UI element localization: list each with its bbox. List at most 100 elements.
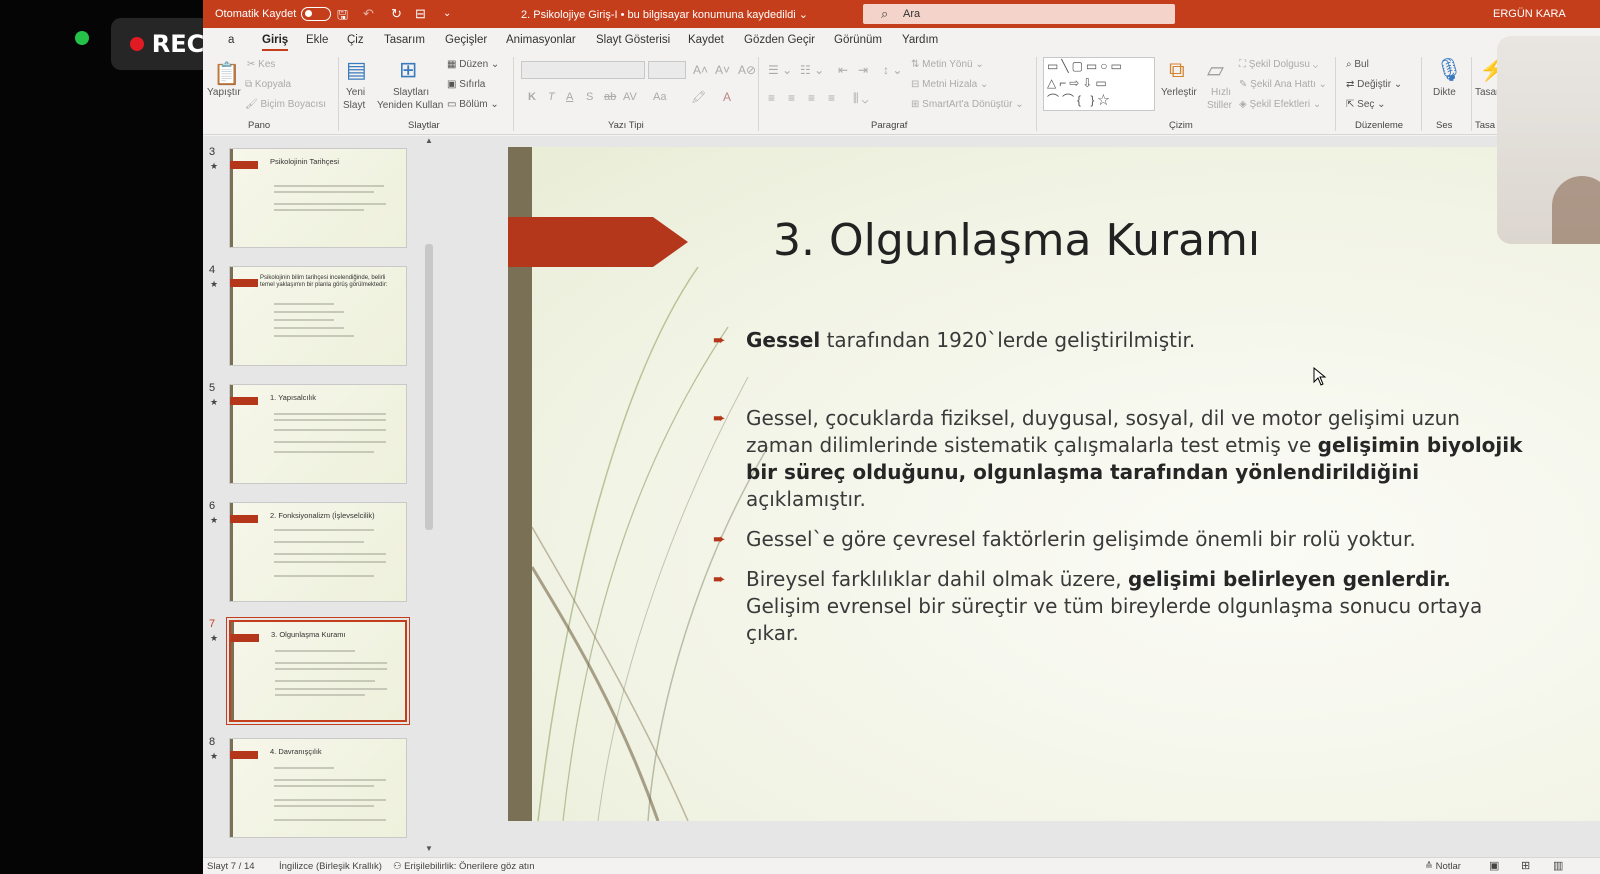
section-button[interactable]: ▭ Bölüm ⌄ (447, 99, 499, 110)
thumbnail-slide-6[interactable]: 2. Fonksiyonalizm (İşlevselcilik) (229, 502, 407, 602)
language-indicator[interactable]: İngilizce (Birleşik Krallık) (279, 861, 382, 872)
normal-view-icon[interactable]: ▣ (1489, 859, 1499, 872)
redo-icon[interactable]: ↻ (391, 6, 402, 22)
char-spacing-button[interactable]: AV (623, 91, 637, 103)
customize-qat-icon[interactable]: ⌄ (443, 8, 451, 19)
line-spacing-icon[interactable]: ↕ ⌄ (883, 63, 902, 77)
columns-icon[interactable]: ⫼ ⌄ (853, 91, 868, 106)
bullet-1[interactable]: Gessel tarafından 1920`lerde geliştirilm… (746, 327, 1526, 354)
tab-design[interactable]: Tasarım (384, 34, 425, 46)
accessibility-button[interactable]: ⚇ Erişilebilirlik: Önerilere göz atın (393, 861, 535, 872)
designer-button[interactable]: Tasar (1475, 87, 1499, 98)
numbering-icon[interactable]: ☷ ⌄ (800, 63, 824, 77)
paste-button[interactable]: Yapıştır (207, 87, 241, 98)
new-slide-icon[interactable]: ▤ (346, 57, 367, 83)
slide-number: 4 (209, 264, 216, 276)
tab-help[interactable]: Yardım (902, 34, 938, 46)
shape-effects-button[interactable]: ◈ Şekil Efektleri ⌄ (1239, 99, 1321, 110)
select-button[interactable]: ⇱ Seç ⌄ (1346, 99, 1386, 110)
quick-styles-label-2[interactable]: Stiller (1207, 100, 1232, 111)
thumbnail-slide-5[interactable]: 1. Yapısalcılık (229, 384, 407, 484)
replace-button[interactable]: ⇄ Değiştir ⌄ (1346, 79, 1402, 90)
grow-font-icon[interactable]: A˄ (693, 63, 708, 77)
font-name-box[interactable] (521, 61, 645, 79)
cut-button[interactable]: ✂ Kes (247, 59, 275, 70)
thumbnail-slide-4[interactable]: Psikolojinin bilim tarihçesi incelendiği… (229, 266, 407, 366)
quick-styles-icon[interactable]: ▱ (1207, 57, 1224, 83)
new-slide-label-1[interactable]: Yeni (346, 87, 365, 98)
bullet-3[interactable]: Gessel`e göre çevresel faktörlerin geliş… (746, 526, 1526, 553)
search-box[interactable]: ⌕ Ara (863, 4, 1175, 24)
tab-transitions[interactable]: Geçişler (445, 34, 487, 46)
save-icon[interactable]: 🖫 (337, 6, 348, 28)
clear-format-icon[interactable]: A⊘ (738, 63, 756, 77)
decrease-indent-icon[interactable]: ⇤ (838, 63, 848, 77)
user-name[interactable]: ERGÜN KARA (1493, 8, 1566, 20)
reuse-label-2[interactable]: Yeniden Kullan (377, 100, 443, 111)
thumbnail-scrollbar[interactable]: ▲ ▼ (422, 136, 436, 857)
scroll-down-icon[interactable]: ▼ (425, 844, 433, 853)
tab-draw[interactable]: Çiz (347, 34, 364, 46)
justify-icon[interactable]: ≡ (828, 91, 835, 105)
underline-button[interactable]: A (566, 91, 573, 103)
undo-icon[interactable]: ↶ (363, 6, 374, 22)
tab-home[interactable]: Giriş (262, 34, 289, 51)
shape-outline-button[interactable]: ✎ Şekil Ana Hattı ⌄ (1239, 79, 1327, 90)
find-button[interactable]: ⌕ Bul (1346, 59, 1369, 70)
scrollbar-thumb[interactable] (425, 244, 433, 530)
tab-review[interactable]: Gözden Geçir (744, 34, 815, 46)
text-direction-button[interactable]: ⇅ Metin Yönü ⌄ (911, 59, 984, 70)
slide-title[interactable]: 3. Olgunlaşma Kuramı (773, 215, 1260, 266)
microphone-icon[interactable]: 🎙 (1435, 57, 1463, 83)
font-color-icon[interactable]: A (723, 90, 731, 104)
autosave-toggle[interactable] (301, 7, 331, 21)
thumbnail-slide-8[interactable]: 4. Davranışçılık (229, 738, 407, 838)
layout-button[interactable]: ▦ Düzen ⌄ (447, 59, 499, 70)
present-icon[interactable]: ⊟ (415, 6, 426, 22)
tab-file[interactable]: a (228, 34, 234, 46)
reading-view-icon[interactable]: ▥ (1553, 859, 1563, 872)
reset-button[interactable]: ▣ Sıfırla (447, 79, 485, 90)
align-right-icon[interactable]: ≡ (808, 91, 815, 105)
arrange-button[interactable]: Yerleştir (1161, 87, 1197, 98)
new-slide-label-2[interactable]: Slayt (343, 100, 365, 111)
italic-button[interactable]: T (548, 91, 555, 103)
increase-indent-icon[interactable]: ⇥ (858, 63, 868, 77)
format-painter-button[interactable]: 🖌 Biçim Boyacısı (245, 99, 326, 110)
tab-view[interactable]: Görünüm (834, 34, 882, 46)
bullet-2[interactable]: Gessel, çocuklarda fiziksel, duygusal, s… (746, 405, 1526, 513)
smartart-button[interactable]: ⊞ SmartArt'a Dönüştür ⌄ (911, 99, 1024, 110)
shrink-font-icon[interactable]: A˅ (715, 63, 730, 77)
current-slide[interactable]: 3. Olgunlaşma Kuramı ➨ Gessel tarafından… (508, 147, 1600, 821)
bold-button[interactable]: K (528, 91, 536, 103)
reuse-label-1[interactable]: Slaytları (393, 87, 429, 98)
bullet-4[interactable]: Bireysel farklılıklar dahil olmak üzere,… (746, 566, 1526, 647)
reuse-slides-icon[interactable]: ⊞ (399, 57, 417, 83)
tab-record[interactable]: Kaydet (688, 34, 724, 46)
shape-fill-button[interactable]: ⛶ Şekil Dolgusu ⌄ (1239, 59, 1318, 70)
align-center-icon[interactable]: ≡ (788, 91, 795, 105)
notes-button[interactable]: ≙ Notlar (1425, 861, 1461, 872)
thumbnail-slide-3[interactable]: Psikolojinin Tarihçesi (229, 148, 407, 248)
change-case-button[interactable]: Aa (653, 91, 666, 103)
star-icon: ★ (210, 751, 219, 761)
scroll-up-icon[interactable]: ▲ (425, 136, 433, 145)
quick-styles-label-1[interactable]: Hızlı (1211, 87, 1231, 98)
arrange-icon[interactable]: ⧉ (1169, 57, 1185, 83)
tab-insert[interactable]: Ekle (306, 34, 328, 46)
tab-slideshow[interactable]: Slayt Gösterisi (596, 34, 670, 46)
shapes-gallery[interactable]: ▭╲▢▭○▭ △⌐⇨⇩▭ ⌒⌒{ }☆ (1043, 57, 1155, 111)
highlight-icon[interactable]: 🖍 (691, 90, 706, 104)
align-left-icon[interactable]: ≡ (768, 91, 775, 105)
slide-sorter-icon[interactable]: ⊞ (1521, 859, 1530, 872)
paste-icon[interactable]: 📋 (213, 61, 240, 87)
copy-button[interactable]: ⧉ Kopyala (245, 79, 291, 90)
font-size-box[interactable] (648, 61, 686, 79)
strikethrough-icon[interactable]: ab (604, 91, 616, 103)
dictate-button[interactable]: Dikte (1433, 87, 1456, 98)
shadow-button[interactable]: S (586, 91, 593, 103)
bullets-icon[interactable]: ☰ ⌄ (768, 63, 792, 77)
tab-animations[interactable]: Animasyonlar (506, 34, 576, 46)
align-text-button[interactable]: ⊟ Metni Hizala ⌄ (911, 79, 988, 90)
thumbnail-slide-7[interactable]: 3. Olgunlaşma Kuramı (226, 617, 410, 725)
